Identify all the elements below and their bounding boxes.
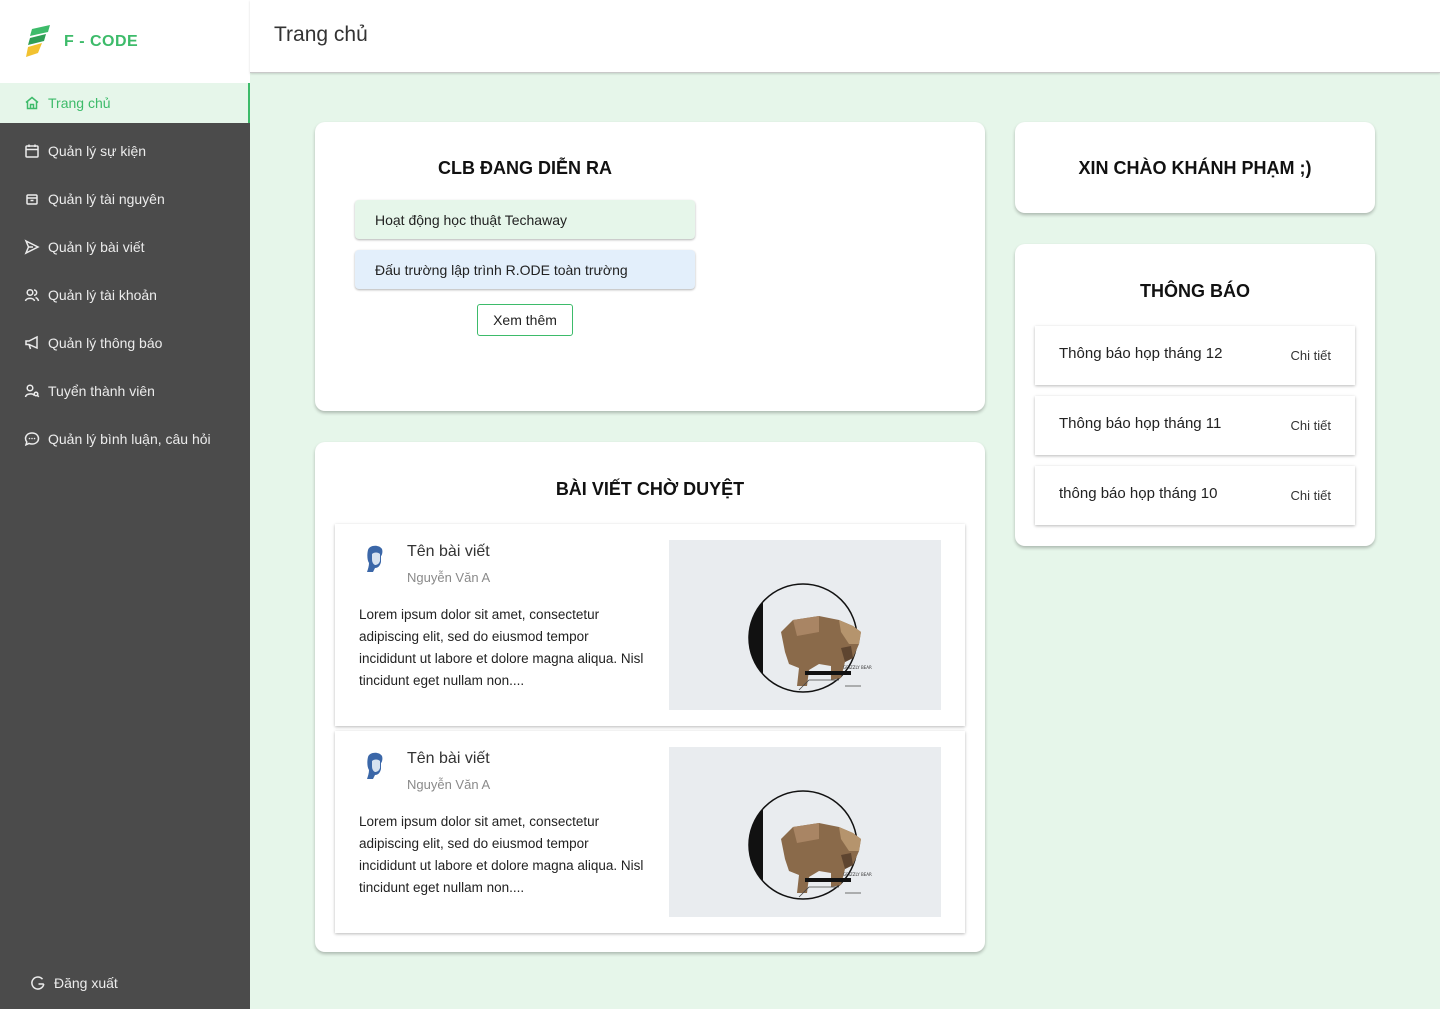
brand-name: F - CODE bbox=[64, 32, 139, 50]
post-item[interactable]: Tên bài viết Nguyễn Văn A Lorem ipsum do… bbox=[335, 524, 965, 726]
sidebar: F - CODE Trang chủ Quản lý sự kiện Quản … bbox=[0, 0, 250, 1009]
post-thumbnail[interactable]: GRIZZLY BEAR bbox=[669, 540, 941, 710]
notifications-title: THÔNG BÁO bbox=[1140, 281, 1250, 301]
author-avatar-icon bbox=[359, 542, 391, 574]
notification-row[interactable]: thông báo họp tháng 10 Chi tiết bbox=[1035, 466, 1355, 525]
post-author: Nguyễn Văn A bbox=[407, 570, 491, 585]
logout-icon bbox=[30, 975, 46, 991]
notification-detail-link[interactable]: Chi tiết bbox=[1291, 348, 1331, 363]
notification-title: Thông báo họp tháng 11 bbox=[1059, 415, 1222, 432]
user-search-icon bbox=[24, 383, 40, 399]
sidebar-item-label: Quản lý tài nguyên bbox=[48, 191, 165, 207]
greeting-text: XIN CHÀO KHÁNH PHẠM ;) bbox=[1078, 158, 1312, 178]
notifications-card: THÔNG BÁO Thông báo họp tháng 12 Chi tiế… bbox=[1015, 244, 1375, 546]
post-thumbnail[interactable]: GRIZZLY BEAR bbox=[669, 747, 941, 917]
post-author: Nguyễn Văn A bbox=[407, 777, 491, 792]
sidebar-item-accounts[interactable]: Quản lý tài khoản bbox=[0, 275, 250, 315]
sidebar-item-label: Tuyển thành viên bbox=[48, 383, 155, 399]
sidebar-item-comments[interactable]: Quản lý bình luận, câu hỏi bbox=[0, 419, 250, 459]
sidebar-item-notifications[interactable]: Quản lý thông báo bbox=[0, 323, 250, 363]
sidebar-item-recruitment[interactable]: Tuyển thành viên bbox=[0, 371, 250, 411]
notification-detail-link[interactable]: Chi tiết bbox=[1291, 418, 1331, 433]
greeting-card: XIN CHÀO KHÁNH PHẠM ;) bbox=[1015, 122, 1375, 213]
notification-detail-link[interactable]: Chi tiết bbox=[1291, 488, 1331, 503]
box-icon bbox=[24, 191, 40, 207]
notification-row[interactable]: Thông báo họp tháng 12 Chi tiết bbox=[1035, 326, 1355, 385]
post-excerpt: Lorem ipsum dolor sit amet, consectetur … bbox=[359, 814, 644, 895]
post-item[interactable]: Tên bài viết Nguyễn Văn A Lorem ipsum do… bbox=[335, 731, 965, 933]
megaphone-icon bbox=[24, 335, 40, 351]
sidebar-item-label: Trang chủ bbox=[48, 95, 111, 111]
logout-label: Đăng xuất bbox=[54, 975, 118, 991]
sidebar-item-label: Quản lý thông báo bbox=[48, 335, 163, 351]
sidebar-item-label: Quản lý bài viết bbox=[48, 239, 145, 255]
home-icon bbox=[24, 95, 40, 111]
pending-posts-card: BÀI VIẾT CHỜ DUYỆT Tên bài viết Nguyễn V… bbox=[315, 442, 985, 952]
clb-item[interactable]: Hoạt động học thuật Techaway bbox=[355, 200, 695, 239]
see-more-button[interactable]: Xem thêm bbox=[477, 304, 573, 336]
bear-illustration-icon: GRIZZLY BEAR bbox=[748, 583, 872, 693]
users-icon bbox=[24, 287, 40, 303]
image-caption: GRIZZLY BEAR bbox=[843, 665, 872, 670]
sidebar-item-events[interactable]: Quản lý sự kiện bbox=[0, 131, 250, 171]
notification-title: thông báo họp tháng 10 bbox=[1059, 485, 1218, 502]
chat-icon bbox=[24, 431, 40, 447]
image-caption: GRIZZLY BEAR bbox=[843, 872, 872, 877]
send-icon bbox=[24, 239, 40, 255]
notification-row[interactable]: Thông báo họp tháng 11 Chi tiết bbox=[1035, 396, 1355, 455]
author-avatar-icon bbox=[359, 749, 391, 781]
sidebar-item-label: Quản lý tài khoản bbox=[48, 287, 157, 303]
sidebar-item-label: Quản lý sự kiện bbox=[48, 143, 147, 159]
clb-title: CLB ĐANG DIỄN RA bbox=[438, 158, 612, 178]
logout-button[interactable]: Đăng xuất bbox=[30, 975, 118, 991]
post-title: Tên bài viết bbox=[407, 543, 490, 560]
pending-posts-title: BÀI VIẾT CHỜ DUYỆT bbox=[555, 479, 745, 499]
bear-illustration-icon: GRIZZLY BEAR bbox=[748, 790, 872, 900]
sidebar-item-home[interactable]: Trang chủ bbox=[0, 83, 250, 123]
clb-card: CLB ĐANG DIỄN RA Hoạt động học thuật Tec… bbox=[315, 122, 985, 411]
sidebar-item-posts[interactable]: Quản lý bài viết bbox=[0, 227, 250, 267]
page-title: Trang chủ bbox=[274, 23, 368, 46]
calendar-icon bbox=[24, 143, 40, 159]
sidebar-nav: Trang chủ Quản lý sự kiện Quản lý tài ng… bbox=[0, 83, 250, 459]
logo[interactable]: F - CODE bbox=[0, 0, 250, 83]
fcode-logo-icon bbox=[26, 24, 50, 57]
notification-title: Thông báo họp tháng 12 bbox=[1059, 345, 1223, 362]
sidebar-item-resources[interactable]: Quản lý tài nguyên bbox=[0, 179, 250, 219]
post-excerpt: Lorem ipsum dolor sit amet, consectetur … bbox=[359, 607, 644, 688]
clb-item[interactable]: Đấu trường lập trình R.ODE toàn trường bbox=[355, 250, 695, 289]
sidebar-item-label: Quản lý bình luận, câu hỏi bbox=[48, 431, 211, 447]
top-header: Trang chủ bbox=[250, 0, 1440, 73]
post-title: Tên bài viết bbox=[407, 750, 490, 767]
